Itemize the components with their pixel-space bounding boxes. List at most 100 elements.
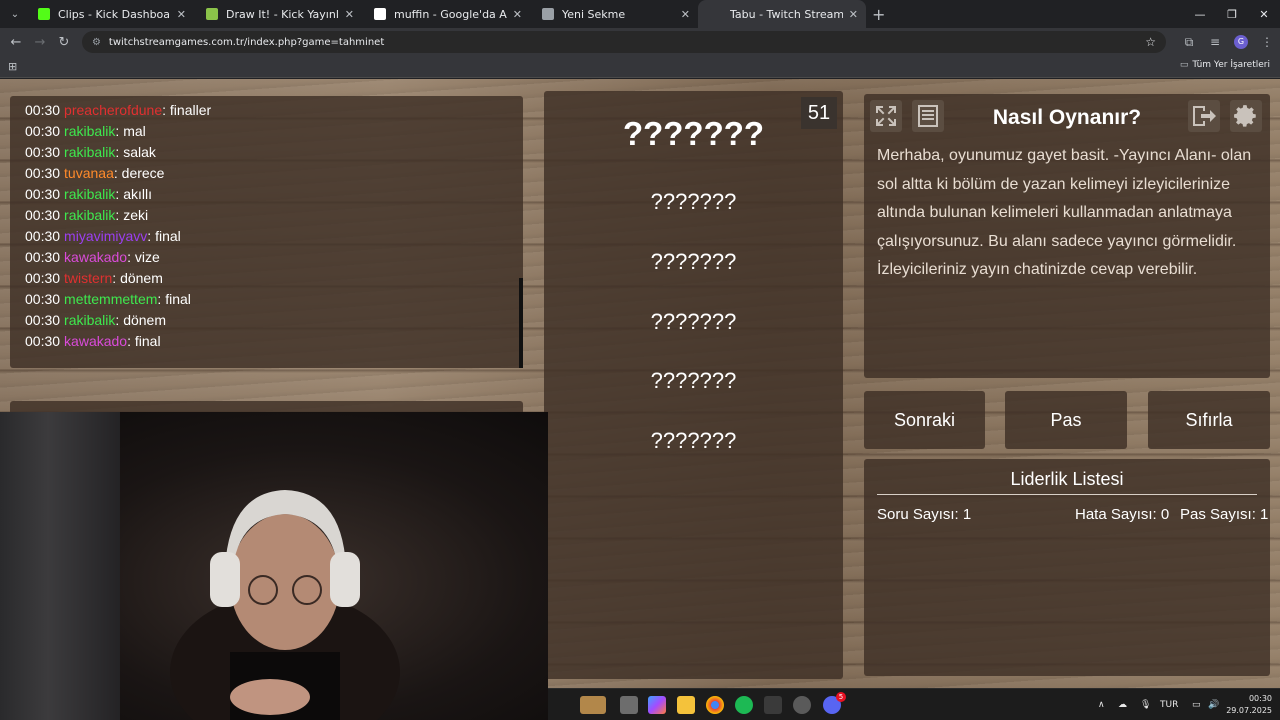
chat-username[interactable]: rakibalik [64,186,115,202]
tab-close-icon[interactable]: ✕ [345,8,354,21]
task-view-icon[interactable] [620,696,638,714]
chat-lines: 00:30 preacherofdune: finaller 00:30 rakiba… [25,100,523,352]
volume-icon[interactable]: 🔊 [1208,689,1219,720]
media-control-icon[interactable]: ≡ [1202,35,1228,49]
clock-date: 29.07.2025 [1226,706,1272,715]
profile-avatar[interactable]: G [1234,35,1249,49]
leaderboard-panel: Liderlik Listesi Soru Sayısı: 1 Hata Say… [864,459,1270,676]
spotify-icon[interactable] [735,696,753,714]
chat-separator: : [113,165,122,181]
tab-title: Tabu - Twitch Stream Games [730,7,843,21]
error-count: Hata Sayısı: 0 [1075,506,1170,523]
chat-username[interactable]: mettemmettem [64,291,157,307]
chat-text: akıllı [123,186,152,202]
browser-tab[interactable]: Yeni Sekme ✕ [530,0,698,28]
reload-icon[interactable]: ↻ [52,35,76,50]
chat-message: 00:30 preacherofdune: finaller [25,100,523,121]
obs-icon[interactable] [793,696,811,714]
chat-message: 00:30 miyavimiyavv: final [25,226,523,247]
browser-tab[interactable]: muffin - Google'da Ara ✕ [362,0,530,28]
chat-time: 00:30 [25,123,61,139]
settings-gear-icon[interactable] [1230,100,1262,132]
browser-tab[interactable]: Tabu - Twitch Stream Games ✕ [698,0,866,28]
chat-username[interactable]: rakibalik [64,123,115,139]
widget-cat-icon[interactable] [580,696,606,714]
chat-time: 00:30 [25,228,61,244]
browser-tab[interactable]: Draw It! - Kick Yayınları İçin Çizi ✕ [194,0,362,28]
browser-menu-icon[interactable]: ⋮ [1254,35,1280,49]
chat-message: 00:30 kawakado: final [25,331,523,352]
chat-time: 00:30 [25,249,61,265]
next-button[interactable]: Sonraki [864,391,985,449]
close-window-icon[interactable]: ✕ [1248,0,1280,28]
tab-search-icon[interactable]: ⌄ [4,3,26,25]
tab-close-icon[interactable]: ✕ [513,8,522,21]
chat-username[interactable]: rakibalik [64,312,115,328]
site-info-icon[interactable]: ⚙ [92,37,101,48]
tab-close-icon[interactable]: ✕ [177,8,186,21]
microphone-icon[interactable]: 🎙 [1140,689,1151,720]
chat-username[interactable]: rakibalik [64,207,115,223]
question-count: Soru Sayısı: 1 [877,506,972,523]
taboo-word: ??????? [650,189,737,214]
bookmark-star-icon[interactable]: ☆ [1145,35,1156,49]
leaderboard-title: Liderlik Listesi [1010,469,1124,489]
new-tab-icon[interactable]: + [872,5,885,24]
network-icon[interactable]: ▭ [1192,689,1201,720]
file-explorer-icon[interactable] [677,696,695,714]
chat-username[interactable]: preacherofdune [64,102,162,118]
chat-text: vize [134,249,160,265]
chat-text: final [134,333,161,349]
chat-username[interactable]: twistern [64,270,112,286]
chat-username[interactable]: tuvanaa [64,165,114,181]
reset-button[interactable]: Sıfırla [1148,391,1270,449]
language-indicator[interactable]: TUR [1160,689,1178,720]
system-clock[interactable]: 00:30 29.07.2025 [1226,693,1272,717]
onedrive-icon[interactable]: ☁ [1118,689,1127,720]
chat-scrollbar[interactable] [519,278,523,368]
how-to-play-panel: Nasıl Oynanır? Merhaba, oyunumuz gayet b… [864,94,1270,378]
chat-message: 00:30 twistern: dönem [25,268,523,289]
minimize-icon[interactable]: — [1184,0,1216,28]
address-bar[interactable]: ⚙ twitchstreamgames.com.tr/index.php?gam… [81,31,1167,53]
chat-username[interactable]: rakibalik [64,144,115,160]
taboo-word: ??????? [650,368,737,393]
restore-icon[interactable]: ❐ [1216,0,1248,28]
apps-grid-icon[interactable]: ⊞ [8,60,17,73]
tray-chevron-icon[interactable]: ∧ [1098,689,1105,720]
discord-icon[interactable]: 5 [823,692,846,714]
exit-icon[interactable] [1188,100,1220,132]
pass-button[interactable]: Pas [1005,391,1127,449]
url-text: twitchstreamgames.com.tr/index.php?game=… [108,36,385,48]
chat-text: dönem [120,270,163,286]
tab-favicon-icon [374,8,386,20]
chat-username[interactable]: kawakado [64,333,127,349]
copilot-icon[interactable] [648,696,666,714]
tab-close-icon[interactable]: ✕ [849,8,858,21]
chat-time: 00:30 [25,207,61,223]
tab-title: muffin - Google'da Ara [394,7,507,21]
back-icon[interactable]: ← [4,35,28,50]
toolbar-actions: ⧉ ≡ G ⋮ [1176,35,1280,50]
chat-username[interactable]: kawakado [64,249,127,265]
all-bookmarks-link[interactable]: ▭ Tüm Yer İşaretleri [1180,60,1270,70]
chrome-icon[interactable] [706,696,724,714]
chat-separator: : [147,228,156,244]
tab-favicon-icon [710,8,722,20]
extensions-icon[interactable]: ⧉ [1176,35,1202,50]
chat-text: dönem [123,312,166,328]
browser-toolbar: ← → ↻ ⚙ twitchstreamgames.com.tr/index.p… [0,28,1280,56]
webcam-curtain [0,412,120,720]
tab-close-icon[interactable]: ✕ [681,8,690,21]
forward-icon[interactable]: → [28,35,52,50]
chat-message: 00:30 tuvanaa: derece [25,163,523,184]
chat-text: salak [123,144,156,160]
chat-username[interactable]: miyavimiyavv [64,228,147,244]
tab-favicon-icon [206,8,218,20]
store-icon[interactable] [764,696,782,714]
browser-tab[interactable]: Clips - Kick Dashboard ✕ [26,0,194,28]
clock-time: 00:30 [1248,694,1272,703]
chat-message: 00:30 rakibalik: zeki [25,205,523,226]
chat-time: 00:30 [25,333,61,349]
taboo-word: ??????? [650,249,737,274]
